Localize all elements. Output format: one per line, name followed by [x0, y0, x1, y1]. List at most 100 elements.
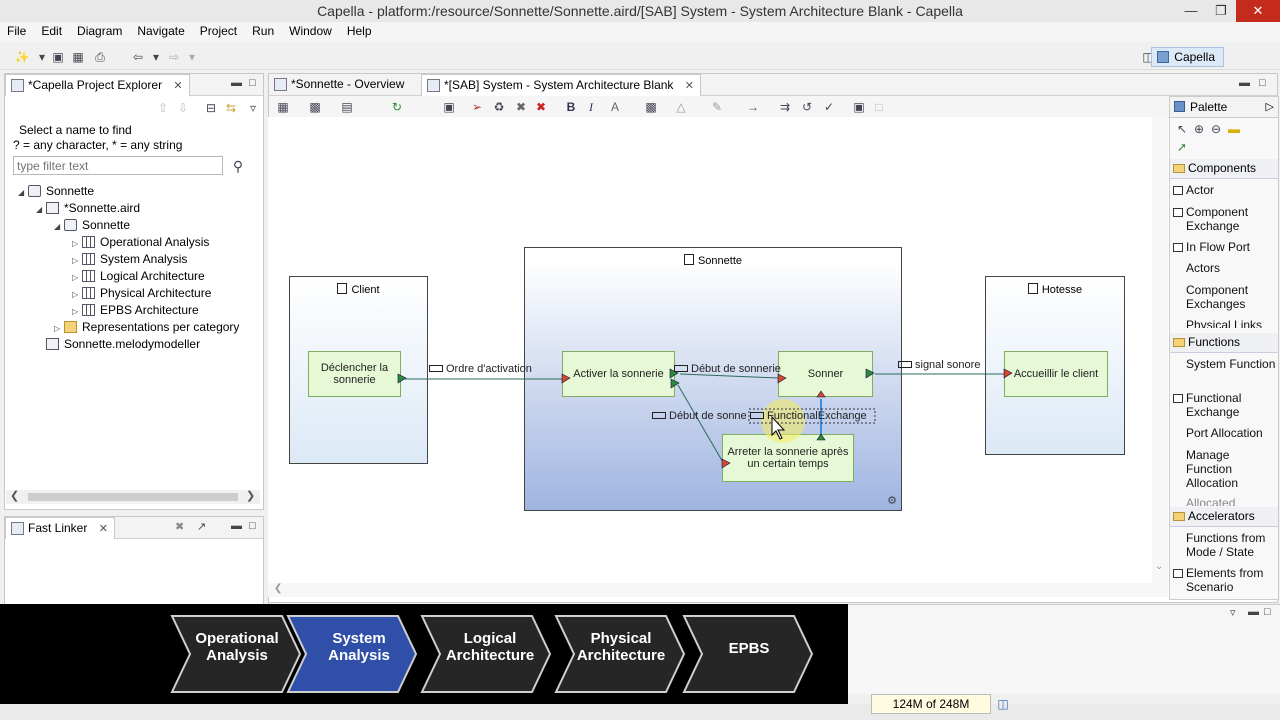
palette-item-functions-from-mode[interactable]: Functions from Mode / State: [1186, 531, 1278, 559]
exchange-line[interactable]: [677, 384, 725, 465]
filter-input[interactable]: [13, 156, 223, 175]
exchange-label-ordre[interactable]: Ordre d'activation: [429, 363, 532, 375]
maximize-view-icon[interactable]: □: [249, 77, 256, 89]
fill-color-icon[interactable]: ▩: [643, 99, 659, 115]
tree-item-model[interactable]: ◢ Sonnette: [54, 217, 130, 234]
dropdown-icon[interactable]: ▾: [148, 49, 164, 65]
label-icon[interactable]: ♻: [491, 99, 507, 115]
note-icon[interactable]: ▬: [1226, 121, 1242, 137]
zoom-fit-icon[interactable]: ▣: [851, 99, 867, 115]
zoom-out-icon[interactable]: ⊖: [1208, 121, 1224, 137]
tab-fast-linker[interactable]: Fast Linker ✕: [5, 517, 115, 539]
tree-item-system-analysis[interactable]: ▷ System Analysis: [72, 251, 187, 268]
close-tab-icon[interactable]: ✕: [685, 80, 694, 92]
palette-item-in-flow-port[interactable]: In Flow Port: [1173, 240, 1278, 254]
tree-item-epbs-architecture[interactable]: ▷ EPBS Architecture: [72, 302, 199, 319]
in-port-icon[interactable]: [1003, 368, 1013, 379]
italic-icon[interactable]: I: [583, 99, 599, 115]
minimize-view-icon[interactable]: ▬: [1239, 77, 1250, 89]
refresh-icon[interactable]: ↻: [389, 99, 405, 115]
exchange-label-debut[interactable]: Début de sonnerie: [674, 363, 781, 375]
menu-window[interactable]: Window: [282, 22, 340, 42]
tree-item-aird[interactable]: ◢ *Sonnette.aird: [36, 200, 140, 217]
line-color-icon[interactable]: ✎: [709, 99, 725, 115]
minimize-icon[interactable]: —: [1176, 0, 1206, 22]
search-icon[interactable]: ⚲: [230, 158, 246, 174]
down-icon[interactable]: ⇩: [175, 100, 191, 116]
minimize-view-icon[interactable]: ▬: [1248, 606, 1259, 618]
menu-run[interactable]: Run: [245, 22, 282, 42]
in-port-icon[interactable]: [561, 373, 571, 384]
palette-item-physical-links[interactable]: Physical Links: [1186, 318, 1278, 328]
tab-project-explorer[interactable]: *Capella Project Explorer ✕: [5, 74, 190, 96]
palette-item-functional-exchange[interactable]: Functional Exchange: [1173, 391, 1278, 419]
maximize-view-icon[interactable]: □: [1259, 77, 1266, 89]
expanded-icon[interactable]: ◢: [54, 218, 64, 235]
arrange-icon[interactable]: ▩: [307, 99, 323, 115]
collapsed-icon[interactable]: ▷: [72, 286, 82, 303]
scroll-thumb[interactable]: [28, 493, 238, 501]
palette-item-elements-from-scenario[interactable]: Elements from Scenario: [1173, 566, 1278, 594]
align-icon[interactable]: ▤: [339, 99, 355, 115]
apply-style-icon[interactable]: ✓: [821, 99, 837, 115]
tab-system-architecture-blank[interactable]: *[SAB] System - System Architecture Blan…: [421, 74, 701, 96]
canvas-vscrollbar[interactable]: ⌄: [1152, 117, 1168, 583]
in-port-icon[interactable]: [721, 458, 731, 469]
scroll-left-icon[interactable]: ❮: [10, 489, 19, 502]
palette-section-accelerators[interactable]: Accelerators: [1170, 507, 1278, 527]
view-menu-icon[interactable]: ▿: [245, 100, 261, 116]
select-tool-icon[interactable]: ↖: [1174, 121, 1190, 137]
scroll-right-icon[interactable]: ❯: [246, 489, 255, 502]
garbage-collect-icon[interactable]: ◫: [995, 696, 1011, 712]
pin-icon[interactable]: ↗: [197, 520, 206, 533]
menu-help[interactable]: Help: [340, 22, 380, 42]
collapsed-icon[interactable]: ▷: [72, 269, 82, 286]
scroll-down-icon[interactable]: ⌄: [1155, 561, 1163, 572]
palette-item-allocated[interactable]: Allocated: [1186, 496, 1278, 506]
tree-item-logical-architecture[interactable]: ▷ Logical Architecture: [72, 268, 205, 285]
palette-item-port-allocation[interactable]: Port Allocation: [1186, 426, 1278, 440]
exchange-label-signal[interactable]: signal sonore: [898, 359, 980, 371]
close-icon[interactable]: ✕: [1236, 0, 1280, 22]
menu-project[interactable]: Project: [193, 22, 245, 42]
maximize-view-icon[interactable]: □: [1264, 606, 1271, 618]
exchange-label-functional[interactable]: FunctionalExchange: [750, 410, 867, 422]
out-port-icon[interactable]: [670, 378, 680, 389]
palette-item-system-function[interactable]: System Function: [1186, 357, 1278, 371]
font-color-icon[interactable]: A: [607, 99, 623, 115]
collapse-all-icon[interactable]: ⊟: [203, 100, 219, 116]
bold-icon[interactable]: B: [563, 99, 579, 115]
layout-icon[interactable]: ▣: [441, 99, 457, 115]
print-icon[interactable]: ⎙: [92, 49, 108, 65]
menu-file[interactable]: File: [0, 22, 34, 42]
palette-section-functions[interactable]: Functions: [1170, 333, 1278, 353]
view-menu-icon[interactable]: ▿: [1230, 606, 1236, 619]
tab-overview[interactable]: *Sonnette - Overview: [269, 74, 410, 96]
up-icon[interactable]: ⇧: [155, 100, 171, 116]
palette-section-components[interactable]: Components: [1170, 159, 1278, 179]
forward-icon[interactable]: ⇨: [166, 49, 182, 65]
canvas-hscrollbar[interactable]: ❮: [268, 583, 1168, 597]
menu-navigate[interactable]: Navigate: [130, 22, 192, 42]
collapsed-icon[interactable]: ▷: [72, 252, 82, 269]
palette-item-actors[interactable]: Actors: [1186, 261, 1278, 275]
zoom-icon[interactable]: □: [871, 99, 887, 115]
collapsed-icon[interactable]: ▷: [72, 303, 82, 320]
maximize-view-icon[interactable]: □: [249, 520, 256, 532]
link-editor-icon[interactable]: ⇆: [223, 100, 239, 116]
menu-diagram[interactable]: Diagram: [70, 22, 130, 42]
collapsed-icon[interactable]: ▷: [54, 320, 64, 337]
in-port-icon[interactable]: [777, 373, 787, 384]
out-port-icon[interactable]: [397, 373, 407, 384]
close-tab-icon[interactable]: ✕: [99, 523, 108, 535]
clear-icon[interactable]: ✖: [175, 520, 184, 533]
diagram-canvas[interactable]: Client Sonnette ⚙ Hotesse Déclencher la …: [268, 117, 1168, 587]
palette-item-actor[interactable]: Actor: [1173, 183, 1278, 197]
tree-item-project[interactable]: ◢ Sonnette: [18, 183, 94, 200]
minimize-view-icon[interactable]: ▬: [231, 77, 242, 89]
dropdown-icon[interactable]: ▾: [34, 49, 50, 65]
arrow-style-icon[interactable]: ⇉: [777, 99, 793, 115]
explorer-hscrollbar[interactable]: ❮ ❯: [6, 490, 260, 504]
new-icon[interactable]: ✨: [14, 49, 30, 65]
dropdown-icon[interactable]: ▾: [184, 49, 200, 65]
